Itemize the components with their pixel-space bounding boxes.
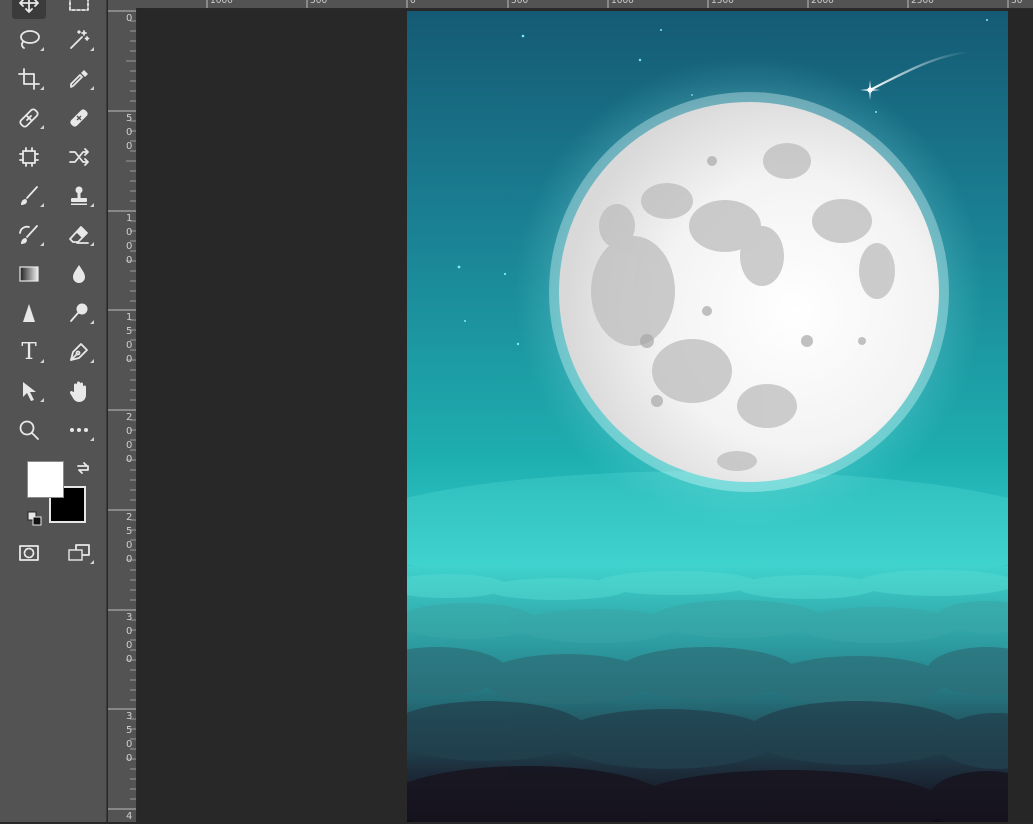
spot-healing-brush-icon [19,108,39,128]
document-canvas[interactable] [407,11,1008,822]
gradient-icon [19,266,39,282]
crop-icon [18,68,40,90]
horizontal-ruler[interactable]: 1000 500 0 500 1000 1500 2000 2500 30 [108,0,1033,9]
vertical-ruler[interactable]: 0 500 1000 1500 2000 2500 3000 3500 4 [108,8,137,822]
foreground-color-swatch[interactable] [27,461,64,498]
patch-tool[interactable] [62,102,96,134]
ruler-left-label: 0 [126,13,133,24]
ruler-left-label: 1500 [126,312,133,365]
dodge-tool[interactable] [62,297,96,329]
blur-tool[interactable] [62,258,96,290]
type-tool[interactable]: T [12,336,46,368]
brush-tool[interactable] [12,180,46,212]
tools-panel: T [0,0,107,822]
history-brush-icon [19,225,38,244]
pen-tool[interactable] [62,336,96,368]
magic-wand-tool[interactable] [62,24,96,56]
eyedropper-tool[interactable] [62,63,96,95]
frame-icon [19,147,39,167]
ruler-left-label: 3500 [126,711,133,764]
ruler-top-label: 30 [1011,0,1023,6]
screen-mode-button[interactable] [62,537,96,569]
ruler-top-label: 0 [410,0,416,6]
magic-wand-icon [70,30,90,49]
hand-tool[interactable] [62,375,96,407]
frame-tool[interactable] [12,141,46,173]
ruler-left-label: 500 [126,113,133,152]
eraser-tool[interactable] [62,219,96,251]
pen-icon [70,343,88,361]
swap-colors-icon[interactable] [75,460,91,476]
quick-mask-icon [19,545,39,561]
sharpen-icon [23,304,35,322]
gradient-tool[interactable] [12,258,46,290]
eraser-icon [69,226,89,244]
ruler-top-label: 1000 [611,0,634,6]
zoom-icon [19,420,39,440]
moon-over-clouds-image [407,11,1008,822]
move-tool[interactable] [12,0,46,19]
move-icon [19,0,39,13]
ruler-top-label: 1500 [711,0,734,6]
screen-mode-icon [68,544,90,561]
more-dots-icon [70,428,88,432]
crop-tool[interactable] [12,63,46,95]
ruler-top-label: 500 [511,0,529,6]
ruler-top-label: 2000 [811,0,834,6]
ruler-left-label: 2500 [126,512,133,565]
ruler-top-label: 1000 [210,0,233,6]
content-aware-move-icon [69,148,89,166]
path-selection-tool[interactable] [12,375,46,407]
more-tools[interactable] [62,414,96,446]
horizontal-ruler-ticks [206,0,1009,8]
eyedropper-icon [70,70,88,88]
quick-mask-button[interactable] [12,537,46,569]
ruler-left-label: 3000 [126,612,133,665]
clone-stamp-tool[interactable] [62,180,96,212]
ruler-left-label: 1000 [126,213,133,266]
clone-stamp-icon [71,186,87,205]
ruler-top-label: 500 [310,0,328,6]
brush-icon [21,186,38,205]
content-aware-move-tool[interactable] [62,141,96,173]
bandage-icon [70,109,88,127]
hand-icon [69,381,86,402]
blur-drop-icon [73,265,85,283]
marquee-tool[interactable] [62,0,96,19]
pasteboard-edge [1008,9,1033,822]
history-brush-tool[interactable] [12,219,46,251]
rectangular-marquee-icon [69,0,89,11]
path-selection-arrow-icon [23,382,36,401]
default-colors-icon[interactable] [27,511,43,527]
sharpen-tool[interactable] [12,297,46,329]
dodge-icon [70,303,88,322]
lasso-tool[interactable] [12,24,46,56]
zoom-tool[interactable] [12,414,46,446]
ruler-left-label: 2000 [126,412,133,465]
lasso-icon [20,30,40,49]
type-icon: T [21,339,37,365]
ruler-top-label: 2500 [911,0,934,6]
spot-healing-tool[interactable] [12,102,46,134]
